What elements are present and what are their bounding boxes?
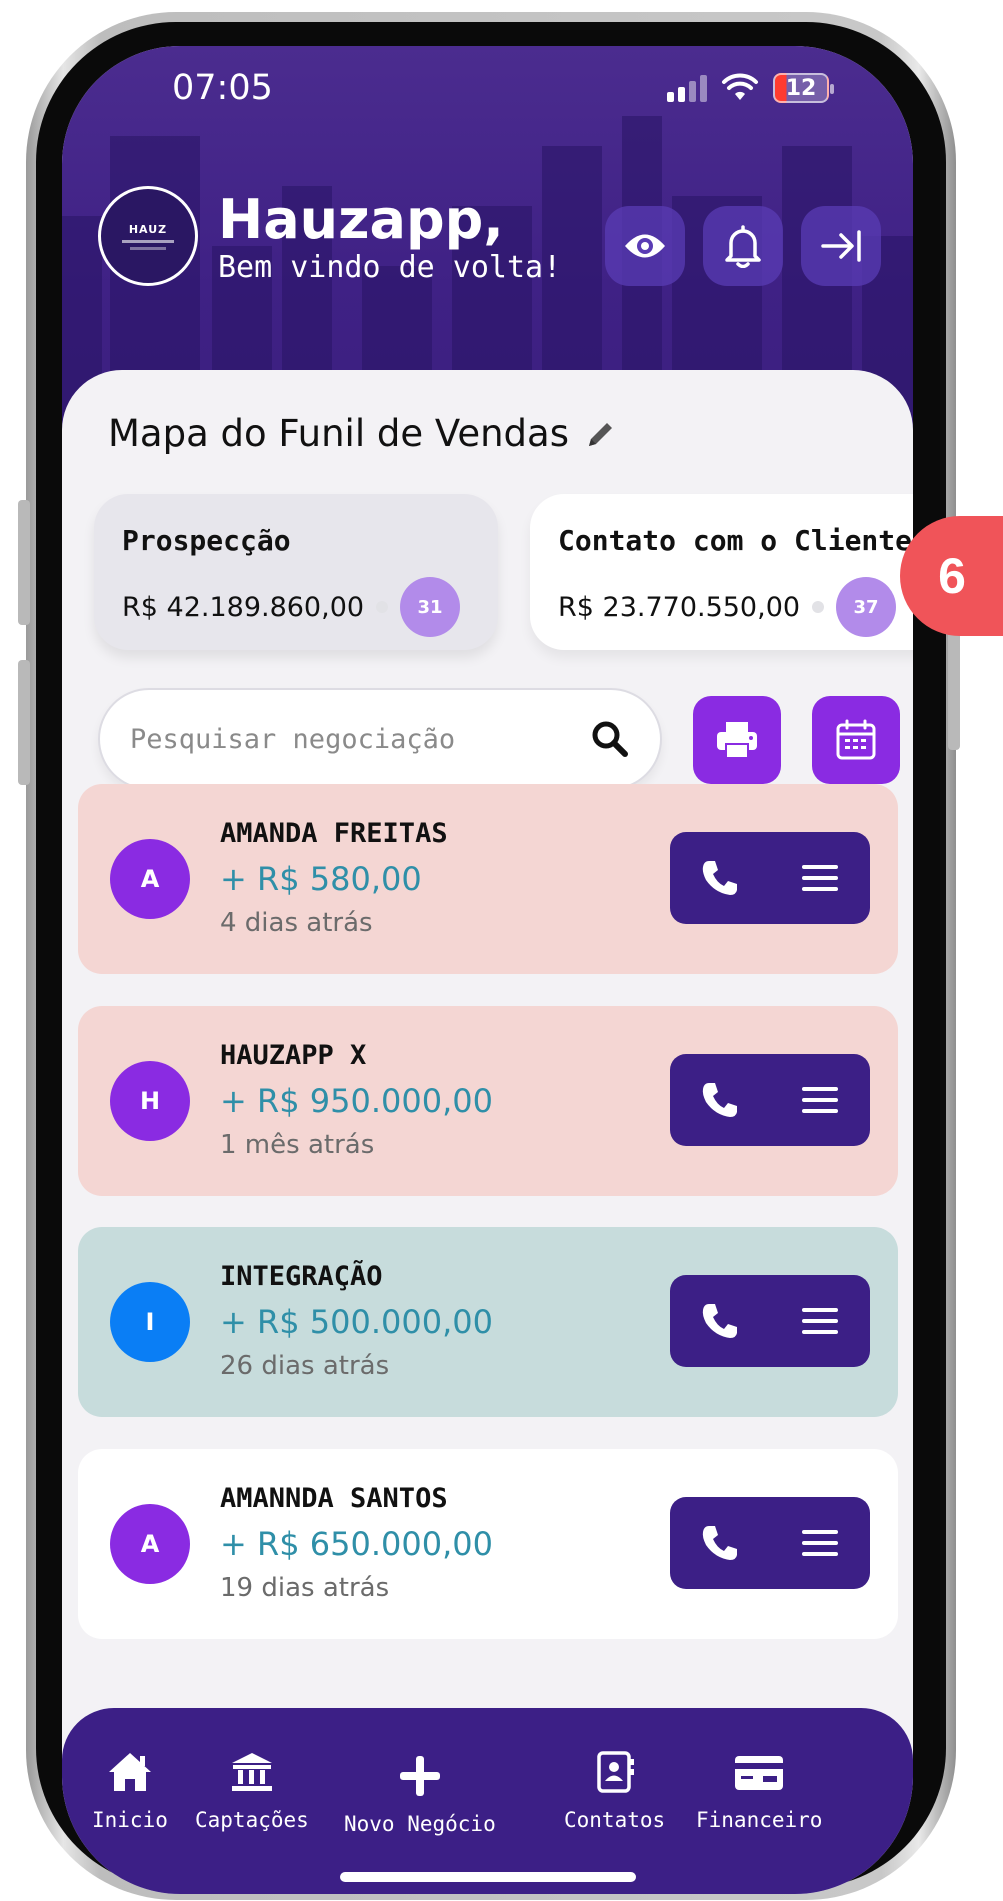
hamburger-menu-icon bbox=[802, 1530, 838, 1556]
deal-name: AMANNDA SANTOS bbox=[220, 1483, 448, 1514]
contacts-icon bbox=[596, 1751, 634, 1793]
greeting-subtitle: Bem vindo de volta! bbox=[218, 250, 562, 285]
deal-value: + R$ 580,00 bbox=[220, 860, 422, 898]
separator-dot bbox=[812, 601, 825, 613]
stage-count-badge: 37 bbox=[836, 577, 897, 637]
logout-button[interactable] bbox=[801, 206, 881, 286]
wifi-icon bbox=[722, 73, 758, 100]
volume-up-button bbox=[18, 500, 30, 625]
phone-icon bbox=[702, 1304, 737, 1338]
deal-value: + R$ 950.000,00 bbox=[220, 1082, 493, 1120]
stage-card-contato[interactable]: Contato com o Cliente R$ 23.770.550,00 3… bbox=[530, 494, 913, 650]
call-button[interactable] bbox=[688, 846, 752, 910]
app-screen: 07:05 12 HAUZ Hauzapp, Bem vindo de volt… bbox=[62, 46, 913, 1894]
calendar-icon bbox=[836, 719, 876, 760]
home-icon bbox=[108, 1753, 151, 1791]
stage-summary: R$ 42.189.860,00 31 bbox=[122, 577, 470, 637]
deal-actions bbox=[670, 1054, 870, 1146]
phone-icon bbox=[702, 1083, 737, 1117]
hamburger-menu-icon bbox=[802, 1308, 838, 1334]
hamburger-menu-icon bbox=[802, 1087, 838, 1113]
menu-button[interactable] bbox=[788, 1511, 852, 1575]
deal-value: + R$ 650.000,00 bbox=[220, 1525, 493, 1563]
search-bar bbox=[98, 688, 662, 790]
search-input[interactable] bbox=[130, 723, 550, 755]
deal-actions bbox=[670, 1275, 870, 1367]
edit-pencil-icon[interactable] bbox=[585, 418, 617, 450]
nav-label: Inicio bbox=[92, 1808, 168, 1832]
call-button[interactable] bbox=[688, 1289, 752, 1353]
stage-name: Prospecção bbox=[122, 524, 291, 557]
nav-label: Contatos bbox=[564, 1808, 666, 1832]
bottom-navigation: Inicio Captações Novo Negócio Contatos F… bbox=[62, 1708, 913, 1894]
card-icon bbox=[735, 1756, 784, 1790]
plus-icon bbox=[399, 1756, 440, 1796]
deal-time: 1 mês atrás bbox=[220, 1130, 375, 1160]
status-icons: 12 bbox=[667, 68, 834, 108]
nav-item-inicio[interactable]: Inicio bbox=[92, 1748, 168, 1832]
greeting-name: Hauzapp, bbox=[218, 188, 504, 251]
logo-line bbox=[122, 239, 174, 243]
section-title: Mapa do Funil de Vendas bbox=[108, 412, 617, 455]
call-button[interactable] bbox=[688, 1068, 752, 1132]
calendar-button[interactable] bbox=[812, 696, 900, 784]
nav-item-financeiro[interactable]: Financeiro bbox=[696, 1748, 822, 1832]
search-icon[interactable] bbox=[590, 719, 630, 759]
deal-card[interactable]: H HAUZAPP X + R$ 950.000,00 1 mês atrás bbox=[78, 1006, 898, 1196]
stage-value: R$ 42.189.860,00 bbox=[122, 591, 365, 623]
signal-icon bbox=[667, 74, 707, 102]
deal-time: 4 dias atrás bbox=[220, 908, 373, 938]
nav-item-novo-negocio[interactable]: Novo Negócio bbox=[344, 1752, 496, 1836]
toggle-visibility-button[interactable] bbox=[605, 206, 685, 286]
notifications-button[interactable] bbox=[703, 206, 783, 286]
bell-icon bbox=[725, 225, 761, 268]
menu-button[interactable] bbox=[788, 846, 852, 910]
menu-button[interactable] bbox=[788, 1289, 852, 1353]
nav-item-contatos[interactable]: Contatos bbox=[564, 1748, 665, 1832]
avatar: I bbox=[110, 1282, 190, 1362]
separator-dot bbox=[376, 601, 389, 613]
logo-text: HAUZ bbox=[128, 222, 168, 236]
bank-icon bbox=[231, 1753, 272, 1791]
phone-icon bbox=[702, 1526, 737, 1560]
stage-value: R$ 23.770.550,00 bbox=[558, 591, 801, 623]
menu-button[interactable] bbox=[788, 1068, 852, 1132]
nav-item-captacoes[interactable]: Captações bbox=[195, 1748, 309, 1832]
avatar: H bbox=[110, 1061, 190, 1141]
deal-card[interactable]: A AMANDA FREITAS + R$ 580,00 4 dias atrás bbox=[78, 784, 898, 974]
exit-arrow-icon bbox=[821, 230, 861, 262]
status-time: 07:05 bbox=[172, 68, 273, 108]
nav-label: Financeiro bbox=[696, 1808, 823, 1832]
funnel-title: Mapa do Funil de Vendas bbox=[108, 412, 569, 455]
stage-card-prospeccao[interactable]: Prospecção R$ 42.189.860,00 31 bbox=[94, 494, 498, 650]
printer-icon bbox=[717, 722, 757, 759]
deal-actions bbox=[670, 1497, 870, 1589]
deal-card[interactable]: A AMANNDA SANTOS + R$ 650.000,00 19 dias at… bbox=[78, 1449, 898, 1639]
print-button[interactable] bbox=[693, 696, 781, 784]
deal-name: HAUZAPP X bbox=[220, 1040, 367, 1071]
hamburger-menu-icon bbox=[802, 865, 838, 891]
stage-count-badge: 31 bbox=[400, 577, 461, 637]
deal-name: INTEGRAÇÃO bbox=[220, 1261, 383, 1292]
deal-time: 19 dias atrás bbox=[220, 1573, 390, 1603]
avatar: A bbox=[110, 1504, 190, 1584]
logo-line bbox=[130, 246, 166, 250]
deal-time: 26 dias atrás bbox=[220, 1351, 390, 1381]
battery-icon: 12 bbox=[773, 73, 834, 103]
phone-icon bbox=[702, 861, 737, 895]
call-button[interactable] bbox=[688, 1511, 752, 1575]
eye-icon bbox=[625, 234, 665, 258]
deal-value: + R$ 500.000,00 bbox=[220, 1303, 493, 1341]
deal-actions bbox=[670, 832, 870, 924]
avatar: A bbox=[110, 839, 190, 919]
home-indicator bbox=[340, 1872, 636, 1882]
volume-down-button bbox=[18, 660, 30, 785]
stage-summary: R$ 23.770.550,00 37 bbox=[558, 577, 913, 637]
deal-name: AMANDA FREITAS bbox=[220, 818, 448, 849]
deal-card[interactable]: I INTEGRAÇÃO + R$ 500.000,00 26 dias atrás bbox=[78, 1227, 898, 1417]
stage-name: Contato com o Cliente bbox=[558, 524, 913, 557]
nav-label: Captações bbox=[195, 1808, 309, 1832]
nav-label: Novo Negócio bbox=[344, 1812, 496, 1836]
company-logo[interactable]: HAUZ bbox=[98, 186, 198, 286]
